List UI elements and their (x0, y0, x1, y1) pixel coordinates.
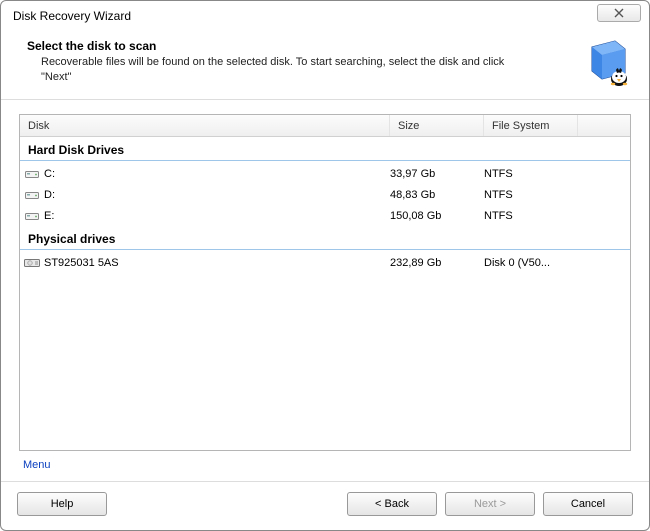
disk-filesystem: Disk 0 (V50... (484, 257, 578, 269)
drive-icon (20, 211, 44, 221)
disk-size: 48,83 Gb (390, 189, 484, 201)
disk-name: C: (44, 168, 390, 180)
help-button[interactable]: Help (17, 492, 107, 516)
wizard-window: Disk Recovery Wizard Select the disk to … (0, 0, 650, 531)
header-description: Recoverable files will be found on the s… (27, 55, 537, 85)
disk-filesystem: NTFS (484, 168, 578, 180)
disk-size: 33,97 Gb (390, 168, 484, 180)
group-hard-disk-drives: Hard Disk Drives (20, 137, 630, 161)
header-icon (583, 39, 631, 87)
disk-filesystem: NTFS (484, 210, 578, 222)
wizard-header: Select the disk to scan Recoverable file… (1, 31, 649, 100)
close-button[interactable] (597, 4, 641, 22)
window-title: Disk Recovery Wizard (13, 9, 597, 23)
disk-rows: Hard Disk Drives C: 33,97 Gb NTFS D: 48,… (20, 137, 630, 450)
table-row[interactable]: E: 150,08 Gb NTFS (20, 205, 630, 226)
disk-name: E: (44, 210, 390, 222)
footer: Help < Back Next > Cancel (1, 481, 649, 530)
column-size[interactable]: Size (390, 115, 484, 136)
disk-list: Disk Size File System Hard Disk Drives C… (19, 114, 631, 451)
disk-size: 232,89 Gb (390, 257, 484, 269)
header-title: Select the disk to scan (27, 39, 575, 53)
cancel-button[interactable]: Cancel (543, 492, 633, 516)
back-button[interactable]: < Back (347, 492, 437, 516)
group-physical-drives: Physical drives (20, 226, 630, 250)
column-filesystem[interactable]: File System (484, 115, 578, 136)
table-row[interactable]: C: 33,97 Gb NTFS (20, 163, 630, 184)
drive-icon (20, 190, 44, 200)
column-headers: Disk Size File System (20, 115, 630, 137)
disk-name: ST925031 5AS (44, 257, 390, 269)
next-button[interactable]: Next > (445, 492, 535, 516)
disk-name: D: (44, 189, 390, 201)
disk-filesystem: NTFS (484, 189, 578, 201)
disk-size: 150,08 Gb (390, 210, 484, 222)
menu-link[interactable]: Menu (19, 451, 55, 481)
drive-icon (20, 169, 44, 179)
close-icon (613, 8, 625, 18)
header-text: Select the disk to scan Recoverable file… (27, 39, 575, 87)
table-row[interactable]: D: 48,83 Gb NTFS (20, 184, 630, 205)
content-area: Disk Size File System Hard Disk Drives C… (1, 100, 649, 481)
table-row[interactable]: ST925031 5AS 232,89 Gb Disk 0 (V50... (20, 252, 630, 273)
column-spacer (578, 115, 630, 136)
column-disk[interactable]: Disk (20, 115, 390, 136)
physical-drive-icon (20, 258, 44, 268)
titlebar: Disk Recovery Wizard (1, 1, 649, 31)
recovery-icon (583, 39, 631, 87)
